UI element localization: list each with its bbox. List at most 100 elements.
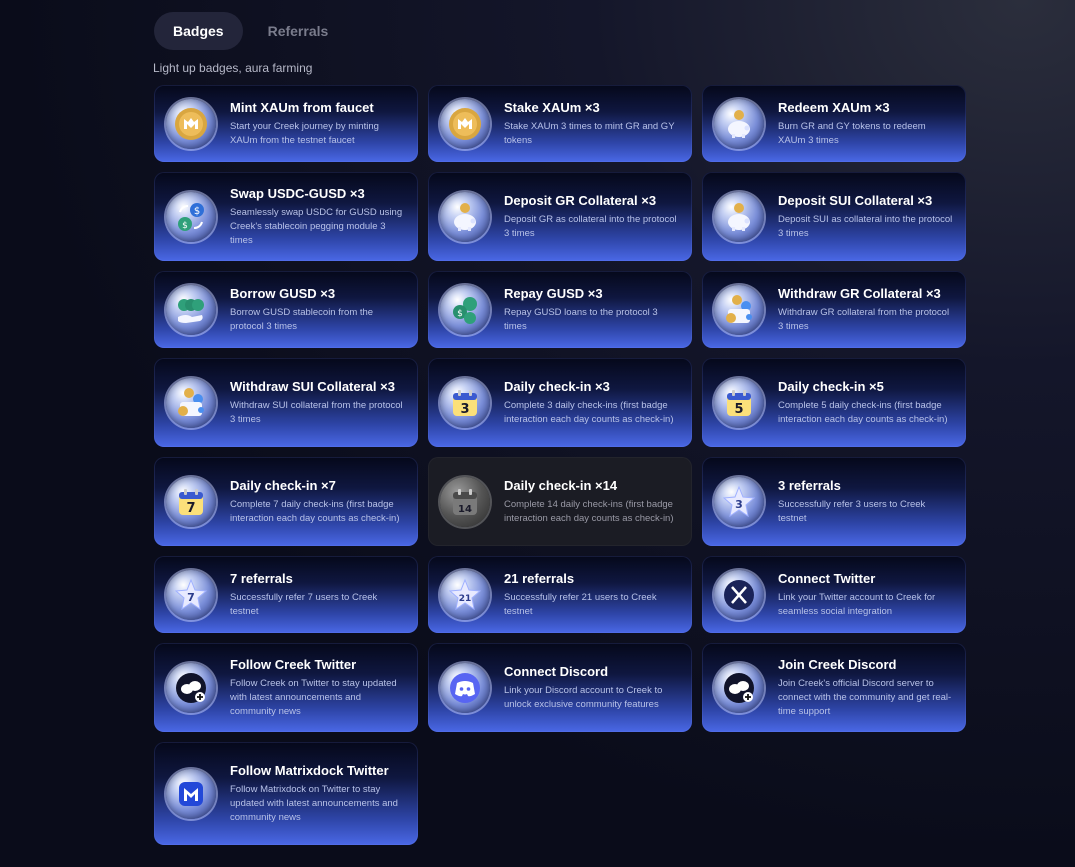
badge-card[interactable]: Deposit GR Collateral ×3 Deposit GR as co… [428,172,692,261]
badge-description: Link your Discord account to Creek to un… [504,684,663,710]
badge-grid: Mint XAUm from faucet Start your Creek jo… [154,85,966,845]
badge-text: Daily check-in ×3 Complete 3 daily check-… [504,379,680,427]
piggy-bank-icon [440,191,490,242]
badge-description: Start your Creek journey by minting XAUm… [230,120,379,146]
badge-card[interactable]: Mint XAUm from faucet Start your Creek jo… [154,85,418,162]
badge-title: Deposit SUI Collateral ×3 [778,192,933,208]
badge-card[interactable]: Redeem XAUm ×3 Burn GR and GY tokens to r… [702,85,966,162]
svg-text:14: 14 [458,504,472,515]
star-icon: 3 [714,476,764,527]
swap-coins-icon: $ $ [166,191,216,242]
badge-text: Connect Discord Link your Discord account… [504,664,680,712]
matrixdock-logo-icon [166,768,216,819]
badge-card[interactable]: Stake XAUm ×3 Stake XAUm 3 times to mint … [428,85,692,162]
svg-text:21: 21 [459,594,472,604]
badge-title: Connect Discord [504,663,609,679]
badge-card[interactable]: 7 7 referrals Successfully refer 7 users t… [154,556,418,633]
wallet-coins-icon [166,377,216,428]
badge-description: Seamlessly swap USDC for GUSD using Cree… [230,206,403,246]
piggy-bank-icon [714,191,764,242]
badge-title: Join Creek Discord [778,656,897,672]
badge-card[interactable]: Follow Matrixdock Twitter Follow Matrixdo… [154,742,418,845]
badge-text: Deposit GR Collateral ×3 Deposit GR as co… [504,193,680,241]
badge-title: Mint XAUm from faucet [230,99,374,115]
badge-title: Follow Matrixdock Twitter [230,762,389,778]
badge-description: Complete 5 daily check-ins (first badge … [778,399,948,425]
badge-text: Daily check-in ×7 Complete 7 daily check-… [230,478,406,526]
creek-logo-icon [714,662,764,713]
badge-description: Join Creek's official Discord server to … [778,677,952,717]
badge-description: Repay GUSD loans to the protocol 3 times [504,306,658,332]
badge-title: Daily check-in ×3 [504,378,610,394]
badge-title: Stake XAUm ×3 [504,99,600,115]
badge-card[interactable]: $ Repay GUSD ×3 Repay GUSD loans to the pr… [428,271,692,348]
badge-description: Successfully refer 7 users to Creek test… [230,591,378,617]
coins-icon: $ [440,284,490,335]
badge-card[interactable]: Withdraw GR Collateral ×3 Withdraw GR col… [702,271,966,348]
star-icon: 7 [166,569,216,620]
badge-text: Follow Creek Twitter Follow Creek on Twit… [230,657,406,719]
badge-description: Deposit SUI as collateral into the proto… [778,213,953,239]
badge-text: Redeem XAUm ×3 Burn GR and GY tokens to r… [778,100,954,148]
badge-card[interactable]: $ $ Swap USDC-GUSD ×3 Seamlessly swap USDC … [154,172,418,261]
svg-text:5: 5 [734,402,743,417]
svg-text:7: 7 [186,501,195,516]
tab-bar: Badges Referrals [154,12,347,50]
tab-badges[interactable]: Badges [154,12,243,50]
badge-text: Daily check-in ×5 Complete 5 daily check-… [778,379,954,427]
badge-description: Successfully refer 21 users to Creek tes… [504,591,657,617]
badge-text: Withdraw GR Collateral ×3 Withdraw GR col… [778,286,954,334]
wallet-coins-icon [714,284,764,335]
badge-card[interactable]: Withdraw SUI Collateral ×3 Withdraw SUI c… [154,358,418,447]
badge-description: Follow Creek on Twitter to stay updated … [230,677,397,717]
badge-title: Borrow GUSD ×3 [230,285,336,301]
badge-title: 3 referrals [778,477,841,493]
badge-card[interactable]: 14 Daily check-in ×14 Complete 14 daily ch… [428,457,692,546]
badge-card[interactable]: 21 21 referrals Successfully refer 21 user… [428,556,692,633]
badge-title: Follow Creek Twitter [230,656,357,672]
badge-description: Deposit GR as collateral into the protoc… [504,213,677,239]
badge-text: Follow Matrixdock Twitter Follow Matrixdo… [230,763,406,825]
x-logo-icon [714,569,764,620]
badge-title: Daily check-in ×7 [230,477,336,493]
svg-text:3: 3 [735,498,743,511]
badge-card[interactable]: Connect Discord Link your Discord account… [428,643,692,732]
badge-description: Follow Matrixdock on Twitter to stay upd… [230,783,398,823]
badge-description: Complete 14 daily check-ins (first badge… [504,498,674,524]
badge-title: Deposit GR Collateral ×3 [504,192,657,208]
badge-description: Withdraw GR collateral from the protocol… [778,306,950,332]
page-subtitle: Light up badges, aura farming [153,61,313,75]
badge-title: Swap USDC-GUSD ×3 [230,185,365,201]
piggy-bank-icon [714,98,764,149]
badge-card[interactable]: Follow Creek Twitter Follow Creek on Twit… [154,643,418,732]
badge-card[interactable]: Deposit SUI Collateral ×3 Deposit SUI as … [702,172,966,261]
badge-description: Complete 3 daily check-ins (first badge … [504,399,674,425]
badge-text: Repay GUSD ×3 Repay GUSD loans to the pro… [504,286,680,334]
xaum-coin-icon [440,98,490,149]
badge-card[interactable]: Connect Twitter Link your Twitter account… [702,556,966,633]
tab-referrals[interactable]: Referrals [249,12,348,50]
badge-text: Mint XAUm from faucet Start your Creek jo… [230,100,406,148]
calendar-icon: 3 [440,377,490,428]
badge-title: Repay GUSD ×3 [504,285,603,301]
badge-card[interactable]: 7 Daily check-in ×7 Complete 7 daily check… [154,457,418,546]
badge-card[interactable]: 3 3 referrals Successfully refer 3 users t… [702,457,966,546]
badge-description: Withdraw SUI collateral from the protoco… [230,399,403,425]
svg-text:3: 3 [460,402,469,417]
svg-text:$: $ [194,206,200,217]
badge-description: Successfully refer 3 users to Creek test… [778,498,926,524]
badge-title: Withdraw SUI Collateral ×3 [230,378,395,394]
badge-card[interactable]: 3 Daily check-in ×3 Complete 3 daily check… [428,358,692,447]
badge-description: Stake XAUm 3 times to mint GR and GY tok… [504,120,675,146]
svg-text:$: $ [457,309,463,319]
svg-text:$: $ [182,221,188,231]
calendar-icon: 5 [714,377,764,428]
badge-card[interactable]: Borrow GUSD ×3 Borrow GUSD stablecoin fro… [154,271,418,348]
badge-title: Daily check-in ×5 [778,378,884,394]
calendar-icon: 7 [166,476,216,527]
badge-title: Connect Twitter [778,570,876,586]
badge-card[interactable]: Join Creek Discord Join Creek's official … [702,643,966,732]
badge-text: Deposit SUI Collateral ×3 Deposit SUI as … [778,193,954,241]
badge-title: Redeem XAUm ×3 [778,99,890,115]
badge-card[interactable]: 5 Daily check-in ×5 Complete 5 daily check… [702,358,966,447]
